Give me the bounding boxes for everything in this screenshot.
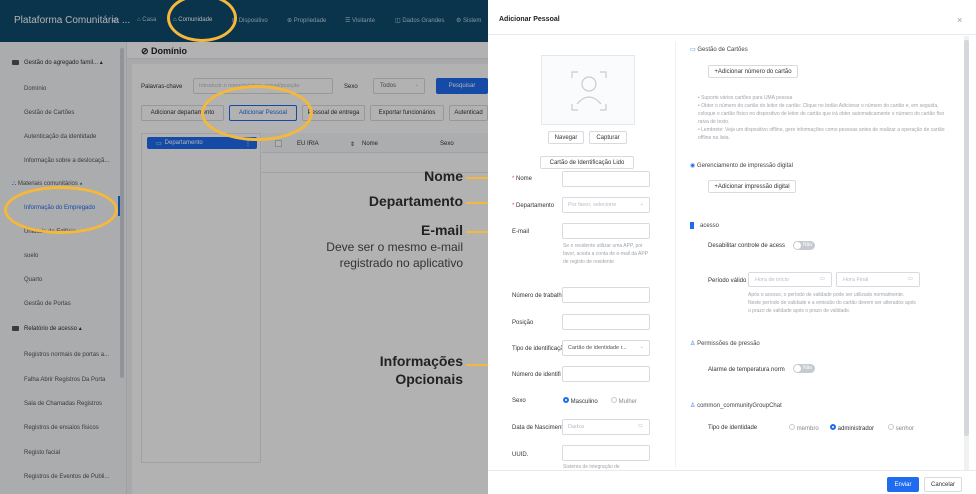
disable-access-label: Desabilitar controle de acess [708, 243, 786, 249]
disable-access-toggle[interactable]: Não [793, 241, 815, 250]
temp-alarm-label: Alarme de temperatura norm [708, 367, 785, 373]
panel-scrollbar-thumb[interactable] [964, 40, 969, 436]
validity-end-input[interactable]: Hora Final ▭ [836, 272, 920, 287]
cancel-button[interactable]: Cancelar [924, 477, 962, 492]
column-divider [675, 42, 676, 467]
id-type-label: Tipo de identificaçã [512, 346, 564, 352]
add-fingerprint-button[interactable]: +Adicionar impressão digital [708, 180, 796, 193]
annotation-optional-2: Opcionais [395, 371, 463, 387]
access-section-title: acesso [700, 223, 720, 229]
temp-alarm-toggle[interactable]: Não [793, 364, 815, 373]
identity-senhor-radio[interactable]: senhor [888, 424, 914, 432]
panel-title: Adicionar Pessoal [499, 16, 560, 23]
work-number-input[interactable] [562, 287, 650, 303]
position-input[interactable] [562, 314, 650, 330]
group-chat-section-title: ♙ common_communityGroupChat [690, 403, 782, 409]
sex-male-radio[interactable]: Masculino [563, 397, 598, 405]
browse-photo-button[interactable]: Navegar [548, 131, 584, 144]
name-input[interactable] [562, 171, 650, 187]
sex-female-radio[interactable]: Mulher [611, 397, 637, 405]
fingerprint-section-title: ◉ Gerenciamento de impressão digital [690, 163, 793, 169]
identity-type-label: Tipo de identidade [708, 425, 758, 431]
department-label: * Departamento [512, 203, 555, 209]
birth-date-label: Data de Nasciment [512, 425, 564, 431]
id-number-label: Número de identifi [512, 372, 561, 378]
annotation-email-note-1: Deve ser o mesmo e-mail [326, 240, 463, 254]
name-label: * Nome [512, 176, 533, 182]
validity-hint: Após o acesso, o período de validade pod… [748, 292, 916, 314]
annotation-departamento: Departamento [368, 193, 463, 209]
validity-start-input[interactable]: Hora de início ▭ [748, 272, 832, 287]
birth-date-input[interactable]: Dadxa ▭ [562, 419, 650, 435]
uuid-input[interactable] [562, 445, 650, 461]
card-hint-3: • Lembrete: Veja um dispositivo offline,… [698, 127, 945, 141]
read-id-card-button[interactable]: Cartão de Identificação Lido [540, 156, 634, 169]
panel-footer-divider [488, 470, 976, 471]
id-type-select[interactable]: Cartão de identidade r... ⌄ [562, 340, 650, 356]
annotation-email-note-2: registrado no aplicativo [339, 256, 463, 270]
identity-admin-radio[interactable]: administrador [830, 424, 874, 432]
panel-header-divider [488, 34, 976, 35]
work-number-label: Número de trabalh [512, 293, 562, 299]
email-hint: Se o residente utilizar uma APP, por fav… [563, 243, 648, 265]
card-hint-1: • Suporte vários cartões para UMA pessoa [698, 95, 793, 101]
group-icon: ♙ [690, 403, 696, 409]
calendar-icon: ▭ [637, 423, 643, 429]
id-number-input[interactable] [562, 366, 650, 382]
annotation-email: E-mail [420, 222, 463, 238]
annotation-optional-1: Informações [379, 353, 463, 369]
uuid-label: UUID. [512, 452, 529, 458]
highlight-add-personnel [201, 85, 313, 141]
validity-label: Período válido [708, 278, 747, 284]
cards-section-title: ▭ Gestão de Cartões [690, 47, 748, 53]
annotation-nome: Nome [424, 168, 463, 184]
access-icon [690, 222, 694, 229]
card-hint-2: • Obter o número do cartão do leitor de … [698, 103, 945, 125]
send-button[interactable]: Enviar [887, 477, 919, 492]
photo-placeholder[interactable] [541, 55, 635, 125]
person-icon: ♙ [690, 341, 696, 347]
pressure-section-title: ♙ Permissões de pressão [690, 341, 760, 347]
add-card-button[interactable]: +Adicionar número do cartão [708, 65, 798, 78]
email-input[interactable] [562, 223, 650, 239]
close-icon[interactable]: × [957, 15, 962, 25]
highlight-employee-info [4, 186, 118, 234]
user-photo-icon [571, 71, 607, 111]
fingerprint-icon: ◉ [690, 163, 696, 169]
capture-photo-button[interactable]: Capturar [589, 131, 627, 144]
sex-label: Sexo [512, 398, 526, 404]
position-label: Posição [512, 320, 534, 326]
email-label: E-mail [512, 229, 530, 235]
identity-member-radio[interactable]: membro [789, 424, 819, 432]
department-select[interactable]: Por favor, selecione ⌄ [562, 197, 650, 213]
